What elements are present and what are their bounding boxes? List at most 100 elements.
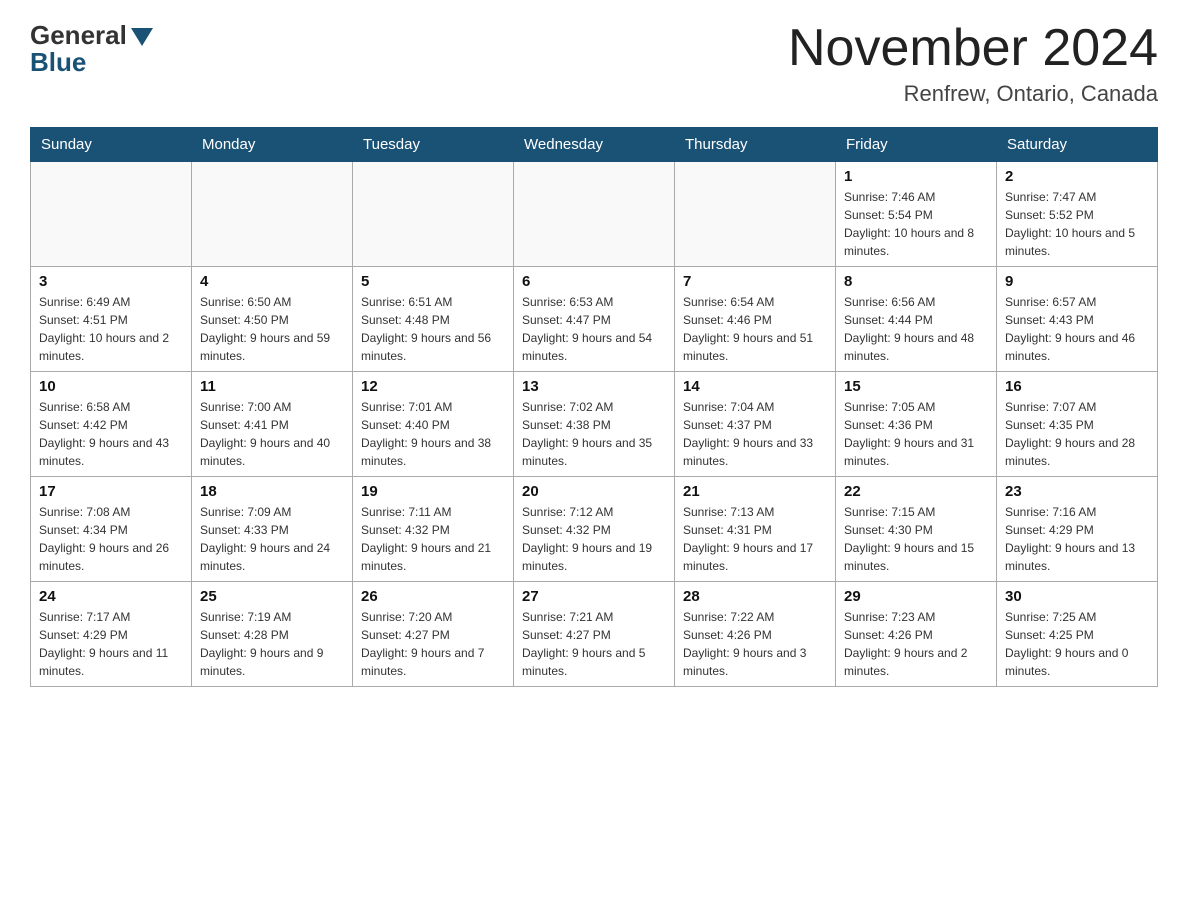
day-info: Sunrise: 7:08 AMSunset: 4:34 PMDaylight:… — [39, 503, 183, 575]
weekday-header-saturday: Saturday — [997, 128, 1158, 162]
week-row-2: 3Sunrise: 6:49 AMSunset: 4:51 PMDaylight… — [31, 267, 1158, 372]
day-info: Sunrise: 6:53 AMSunset: 4:47 PMDaylight:… — [522, 293, 666, 365]
page-header: General Blue November 2024 Renfrew, Onta… — [30, 20, 1158, 107]
logo-blue-text: Blue — [30, 47, 86, 77]
calendar-cell: 24 Sunrise: 7:17 AMSunset: 4:29 PMDayligh… — [31, 582, 192, 687]
day-info: Sunrise: 7:05 AMSunset: 4:36 PMDaylight:… — [844, 398, 988, 470]
day-info: Sunrise: 7:19 AMSunset: 4:28 PMDaylight:… — [200, 608, 344, 680]
calendar-cell: 2Sunrise: 7:47 AMSunset: 5:52 PMDaylight… — [997, 162, 1158, 267]
calendar-cell: 23 Sunrise: 7:16 AMSunset: 4:29 PMDayligh… — [997, 477, 1158, 582]
day-info: Sunrise: 6:57 AMSunset: 4:43 PMDaylight:… — [1005, 293, 1149, 365]
day-info: Sunrise: 7:11 AMSunset: 4:32 PMDaylight:… — [361, 503, 505, 575]
day-info: Sunrise: 6:51 AMSunset: 4:48 PMDaylight:… — [361, 293, 505, 365]
day-info: Sunrise: 6:50 AMSunset: 4:50 PMDaylight:… — [200, 293, 344, 365]
day-number: 20 — [522, 483, 666, 500]
calendar-cell: 29 Sunrise: 7:23 AMSunset: 4:26 PMDayligh… — [836, 582, 997, 687]
calendar-cell: 17 Sunrise: 7:08 AMSunset: 4:34 PMDayligh… — [31, 477, 192, 582]
day-info: Sunrise: 7:12 AMSunset: 4:32 PMDaylight:… — [522, 503, 666, 575]
day-info: Sunrise: 7:17 AMSunset: 4:29 PMDaylight:… — [39, 608, 183, 680]
day-number: 10 — [39, 378, 183, 395]
day-number: 23 — [1005, 483, 1149, 500]
calendar-cell: 30 Sunrise: 7:25 AMSunset: 4:25 PMDayligh… — [997, 582, 1158, 687]
day-number: 24 — [39, 588, 183, 605]
calendar-cell: 22Sunrise: 7:15 AMSunset: 4:30 PMDayligh… — [836, 477, 997, 582]
day-number: 17 — [39, 483, 183, 500]
day-number: 18 — [200, 483, 344, 500]
day-number: 27 — [522, 588, 666, 605]
calendar-cell: 10 Sunrise: 6:58 AMSunset: 4:42 PMDayligh… — [31, 372, 192, 477]
day-info: Sunrise: 6:54 AMSunset: 4:46 PMDaylight:… — [683, 293, 827, 365]
day-info: Sunrise: 6:58 AMSunset: 4:42 PMDaylight:… — [39, 398, 183, 470]
day-number: 11 — [200, 378, 344, 395]
day-number: 9 — [1005, 273, 1149, 290]
day-number: 21 — [683, 483, 827, 500]
day-number: 16 — [1005, 378, 1149, 395]
day-number: 12 — [361, 378, 505, 395]
day-info: Sunrise: 7:46 AMSunset: 5:54 PMDaylight:… — [844, 188, 988, 260]
day-info: Sunrise: 7:04 AMSunset: 4:37 PMDaylight:… — [683, 398, 827, 470]
day-info: Sunrise: 7:15 AMSunset: 4:30 PMDaylight:… — [844, 503, 988, 575]
calendar-cell: 11Sunrise: 7:00 AMSunset: 4:41 PMDayligh… — [192, 372, 353, 477]
day-info: Sunrise: 7:02 AMSunset: 4:38 PMDaylight:… — [522, 398, 666, 470]
calendar-cell: 9 Sunrise: 6:57 AMSunset: 4:43 PMDaylight… — [997, 267, 1158, 372]
day-number: 1 — [844, 168, 988, 185]
day-info: Sunrise: 7:16 AMSunset: 4:29 PMDaylight:… — [1005, 503, 1149, 575]
calendar-cell — [353, 162, 514, 267]
day-info: Sunrise: 7:21 AMSunset: 4:27 PMDaylight:… — [522, 608, 666, 680]
calendar-cell: 16 Sunrise: 7:07 AMSunset: 4:35 PMDayligh… — [997, 372, 1158, 477]
calendar-cell — [192, 162, 353, 267]
day-number: 2 — [1005, 168, 1149, 185]
calendar-cell: 18Sunrise: 7:09 AMSunset: 4:33 PMDayligh… — [192, 477, 353, 582]
calendar-cell: 13Sunrise: 7:02 AMSunset: 4:38 PMDayligh… — [514, 372, 675, 477]
calendar-cell: 28 Sunrise: 7:22 AMSunset: 4:26 PMDayligh… — [675, 582, 836, 687]
logo-area: General Blue — [30, 20, 153, 78]
day-number: 15 — [844, 378, 988, 395]
calendar-cell: 14 Sunrise: 7:04 AMSunset: 4:37 PMDayligh… — [675, 372, 836, 477]
weekday-header-friday: Friday — [836, 128, 997, 162]
calendar-cell: 19 Sunrise: 7:11 AMSunset: 4:32 PMDayligh… — [353, 477, 514, 582]
calendar-cell: 12Sunrise: 7:01 AMSunset: 4:40 PMDayligh… — [353, 372, 514, 477]
calendar-cell: 21 Sunrise: 7:13 AMSunset: 4:31 PMDayligh… — [675, 477, 836, 582]
day-info: Sunrise: 7:23 AMSunset: 4:26 PMDaylight:… — [844, 608, 988, 680]
logo-icon — [129, 26, 153, 46]
day-info: Sunrise: 7:22 AMSunset: 4:26 PMDaylight:… — [683, 608, 827, 680]
day-info: Sunrise: 6:56 AMSunset: 4:44 PMDaylight:… — [844, 293, 988, 365]
week-row-5: 24 Sunrise: 7:17 AMSunset: 4:29 PMDayligh… — [31, 582, 1158, 687]
day-info: Sunrise: 7:13 AMSunset: 4:31 PMDaylight:… — [683, 503, 827, 575]
weekday-header-row: SundayMondayTuesdayWednesdayThursdayFrid… — [31, 128, 1158, 162]
weekday-header-monday: Monday — [192, 128, 353, 162]
day-number: 19 — [361, 483, 505, 500]
day-number: 4 — [200, 273, 344, 290]
calendar-cell: 25 Sunrise: 7:19 AMSunset: 4:28 PMDayligh… — [192, 582, 353, 687]
day-info: Sunrise: 7:20 AMSunset: 4:27 PMDaylight:… — [361, 608, 505, 680]
day-number: 8 — [844, 273, 988, 290]
day-number: 28 — [683, 588, 827, 605]
day-number: 7 — [683, 273, 827, 290]
calendar-cell: 5 Sunrise: 6:51 AMSunset: 4:48 PMDaylight… — [353, 267, 514, 372]
calendar-cell — [514, 162, 675, 267]
calendar-cell: 27 Sunrise: 7:21 AMSunset: 4:27 PMDayligh… — [514, 582, 675, 687]
day-number: 5 — [361, 273, 505, 290]
location-title: Renfrew, Ontario, Canada — [788, 81, 1158, 107]
day-number: 29 — [844, 588, 988, 605]
calendar-cell: 7 Sunrise: 6:54 AMSunset: 4:46 PMDaylight… — [675, 267, 836, 372]
day-number: 14 — [683, 378, 827, 395]
title-area: November 2024 Renfrew, Ontario, Canada — [788, 20, 1158, 107]
day-info: Sunrise: 7:25 AMSunset: 4:25 PMDaylight:… — [1005, 608, 1149, 680]
day-number: 3 — [39, 273, 183, 290]
calendar-cell: 20 Sunrise: 7:12 AMSunset: 4:32 PMDayligh… — [514, 477, 675, 582]
calendar-cell: 1 Sunrise: 7:46 AMSunset: 5:54 PMDaylight… — [836, 162, 997, 267]
calendar-cell: 26 Sunrise: 7:20 AMSunset: 4:27 PMDayligh… — [353, 582, 514, 687]
day-info: Sunrise: 7:07 AMSunset: 4:35 PMDaylight:… — [1005, 398, 1149, 470]
day-number: 30 — [1005, 588, 1149, 605]
day-number: 26 — [361, 588, 505, 605]
day-number: 25 — [200, 588, 344, 605]
calendar-cell: 6Sunrise: 6:53 AMSunset: 4:47 PMDaylight… — [514, 267, 675, 372]
week-row-1: 1 Sunrise: 7:46 AMSunset: 5:54 PMDaylight… — [31, 162, 1158, 267]
calendar-cell: 15 Sunrise: 7:05 AMSunset: 4:36 PMDayligh… — [836, 372, 997, 477]
weekday-header-tuesday: Tuesday — [353, 128, 514, 162]
weekday-header-sunday: Sunday — [31, 128, 192, 162]
month-title: November 2024 — [788, 20, 1158, 77]
calendar-cell — [675, 162, 836, 267]
weekday-header-thursday: Thursday — [675, 128, 836, 162]
